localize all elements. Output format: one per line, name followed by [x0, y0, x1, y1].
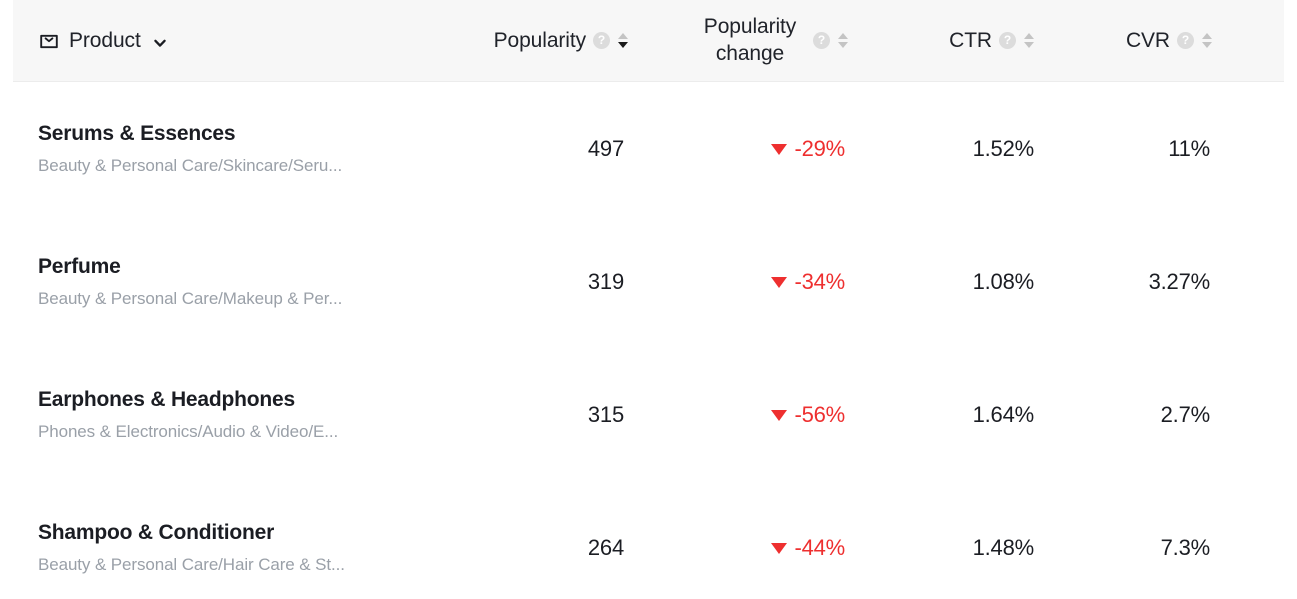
trend-down-icon [771, 277, 788, 288]
chevron-down-icon[interactable] [152, 33, 168, 49]
sort-descending-arrow [837, 42, 848, 48]
help-icon-popularity-change[interactable]: ? [813, 32, 830, 49]
cell-ctr: 1.64% [972, 401, 1035, 427]
table-row[interactable]: Earphones & Headphones Phones & Electron… [0, 348, 1297, 481]
cell-product[interactable]: Earphones & Headphones Phones & Electron… [0, 348, 438, 481]
sort-ascending-arrow [1201, 33, 1212, 39]
product-category-path: Beauty & Personal Care/Makeup & Per... [38, 289, 343, 308]
cell-popularity: 315 [587, 401, 624, 427]
product-title: Perfume [38, 254, 121, 278]
sort-icon-popularity[interactable] [617, 32, 628, 50]
sort-ascending-arrow [1023, 33, 1034, 39]
product-analytics-table: Product Popularity ? Popularity change ? [0, 0, 1297, 599]
column-header-ctr[interactable]: CTR ? [864, 0, 1050, 81]
cell-cvr: 2.7% [1160, 401, 1211, 427]
cell-ctr: 1.48% [972, 534, 1035, 560]
sort-icon-popularity-change[interactable] [837, 32, 848, 50]
cell-ctr: 1.08% [972, 268, 1035, 294]
popularity-change-value: -44% [794, 534, 845, 560]
cell-popularity-change: -44% [646, 481, 864, 599]
help-icon-cvr[interactable]: ? [1177, 32, 1194, 49]
cell-product[interactable]: Perfume Beauty & Personal Care/Makeup & … [0, 215, 438, 348]
column-header-popularity-change[interactable]: Popularity change ? [646, 0, 864, 81]
column-header-product-label: Product [69, 28, 141, 52]
cell-popularity: 264 [587, 534, 624, 560]
column-header-popularity-label: Popularity [493, 28, 586, 52]
sort-ascending-arrow [617, 33, 628, 39]
popularity-change-value: -56% [794, 401, 845, 427]
product-category-path: Beauty & Personal Care/Skincare/Seru... [38, 156, 343, 175]
help-icon-ctr[interactable]: ? [999, 32, 1016, 49]
column-header-ctr-label: CTR [949, 28, 992, 52]
sort-descending-arrow [1023, 42, 1034, 48]
trend-down-icon [771, 543, 788, 554]
cell-popularity-change: -29% [646, 82, 864, 215]
product-category-path: Beauty & Personal Care/Hair Care & St... [38, 555, 345, 574]
table-row[interactable]: Serums & Essences Beauty & Personal Care… [0, 82, 1297, 215]
column-header-popularity-change-label: Popularity change [703, 14, 797, 65]
column-header-popularity[interactable]: Popularity ? [438, 0, 646, 81]
table-header-row: Product Popularity ? Popularity change ? [13, 0, 1284, 82]
column-header-product[interactable]: Product [13, 0, 438, 81]
sort-icon-cvr[interactable] [1201, 32, 1212, 50]
cell-popularity-change: -56% [646, 348, 864, 481]
product-bag-icon [38, 30, 60, 52]
product-title: Earphones & Headphones [38, 387, 295, 411]
cell-product[interactable]: Serums & Essences Beauty & Personal Care… [0, 82, 438, 215]
help-icon-popularity[interactable]: ? [593, 32, 610, 49]
popularity-change-value: -29% [794, 135, 845, 161]
cell-popularity: 497 [587, 135, 624, 161]
cell-cvr: 3.27% [1148, 268, 1211, 294]
table-body: Serums & Essences Beauty & Personal Care… [0, 82, 1297, 599]
column-header-cvr-label: CVR [1125, 28, 1170, 52]
sort-ascending-arrow [837, 33, 848, 39]
column-header-cvr[interactable]: CVR ? [1050, 0, 1234, 81]
trend-down-icon [771, 144, 788, 155]
product-title: Serums & Essences [38, 121, 236, 145]
cell-product[interactable]: Shampoo & Conditioner Beauty & Personal … [0, 481, 438, 599]
cell-popularity-change: -34% [646, 215, 864, 348]
product-category-path: Phones & Electronics/Audio & Video/E... [38, 422, 339, 441]
popularity-change-value: -34% [794, 268, 845, 294]
cell-popularity: 319 [587, 268, 624, 294]
sort-descending-arrow [617, 42, 628, 48]
sort-icon-ctr[interactable] [1023, 32, 1034, 50]
cell-cvr: 11% [1168, 135, 1210, 161]
trend-down-icon [771, 410, 788, 421]
table-row[interactable]: Perfume Beauty & Personal Care/Makeup & … [0, 215, 1297, 348]
table-row[interactable]: Shampoo & Conditioner Beauty & Personal … [0, 481, 1297, 599]
product-title: Shampoo & Conditioner [38, 520, 275, 544]
cell-cvr: 7.3% [1160, 534, 1211, 560]
cell-ctr: 1.52% [972, 135, 1035, 161]
sort-descending-arrow [1201, 42, 1212, 48]
